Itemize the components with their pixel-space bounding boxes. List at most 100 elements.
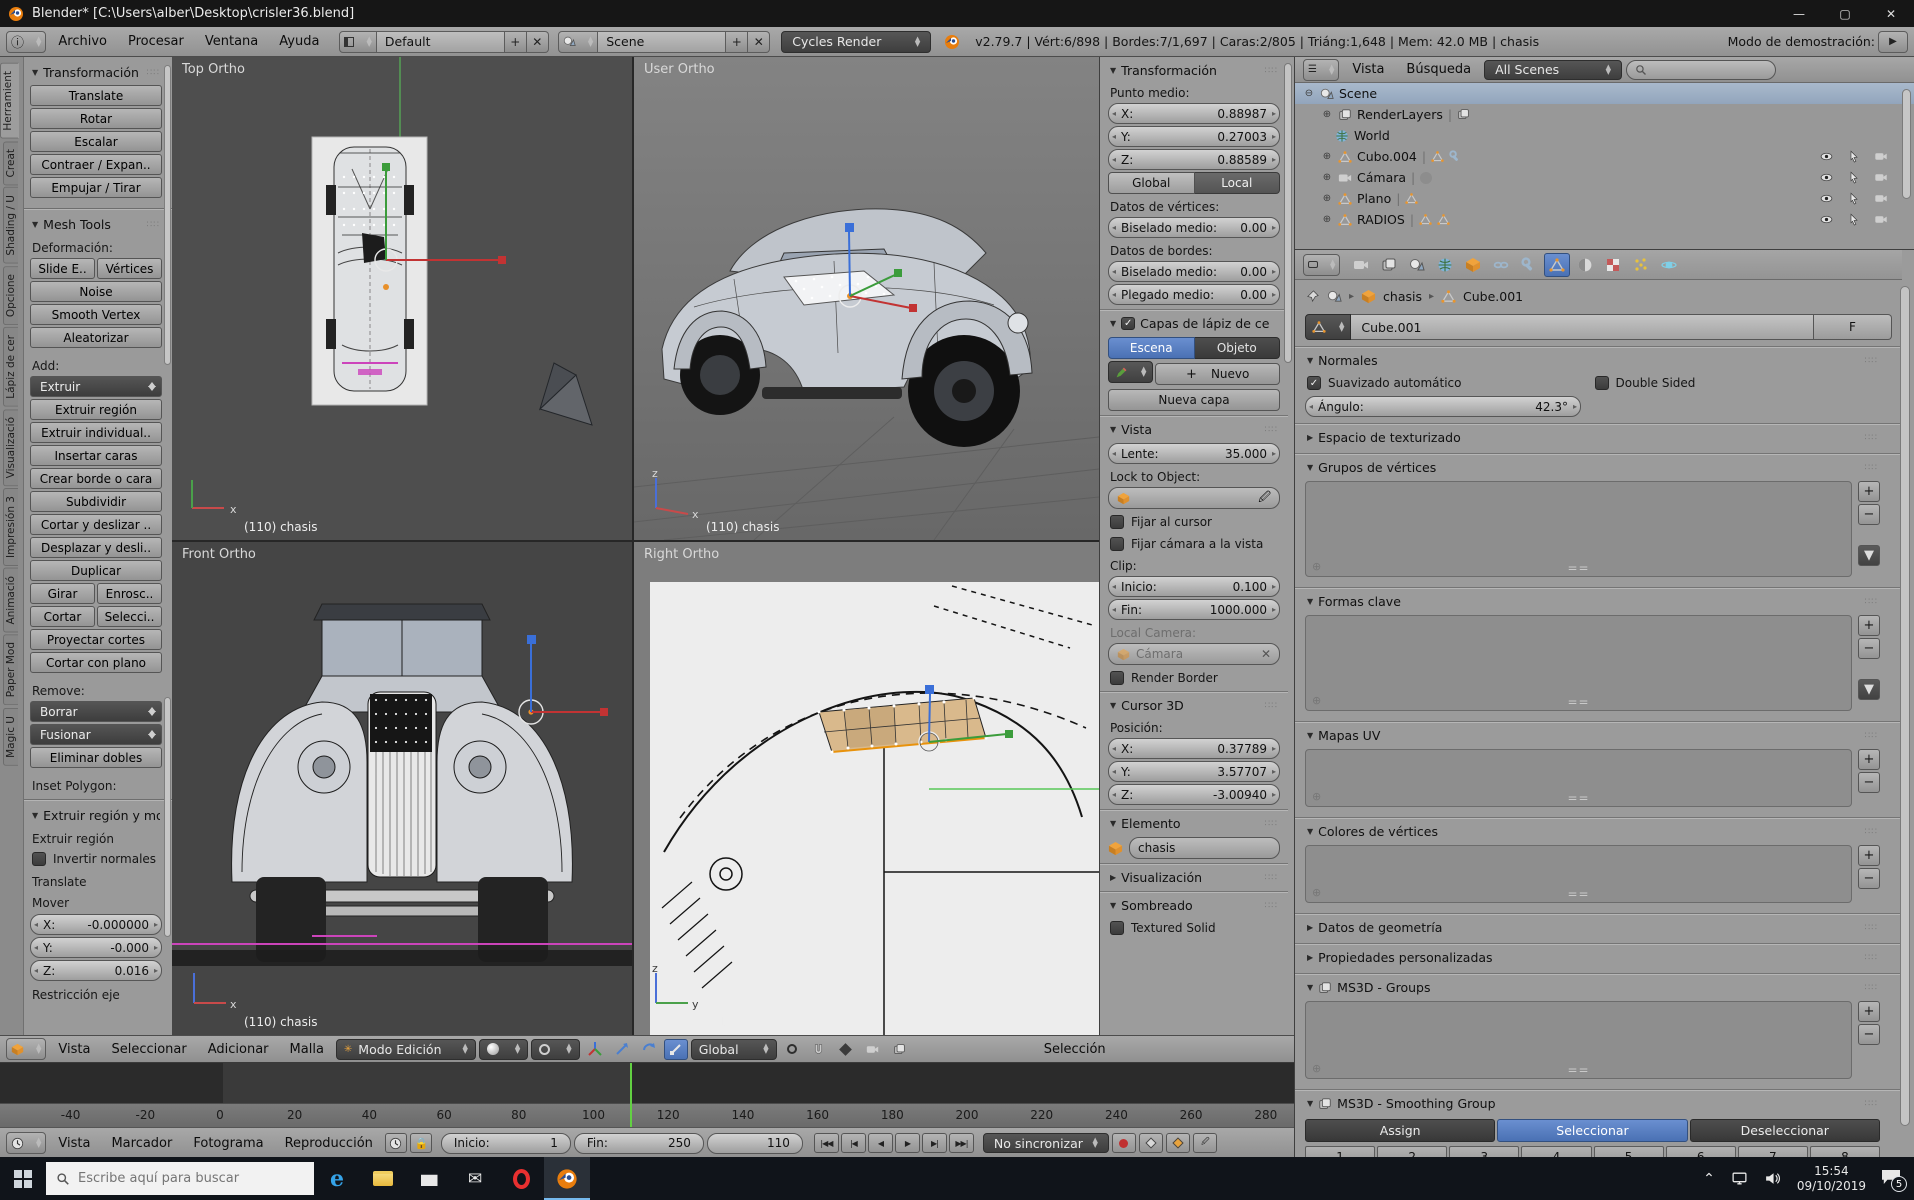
selectable-cursor-icon[interactable]	[1848, 213, 1860, 226]
tool-button[interactable]: Contraer / Expan..	[30, 154, 162, 175]
shape-keys-list[interactable]: ⊕ ==	[1305, 615, 1852, 711]
tool-shelf-tab[interactable]: Paper Mod	[3, 634, 18, 706]
new-layer-button[interactable]: Nueva capa	[1108, 389, 1280, 411]
add-vgroup-button[interactable]: +	[1858, 481, 1880, 502]
tool-shelf-tab[interactable]: Impresión 3	[3, 487, 18, 566]
move-z-field[interactable]: Z:0.016	[30, 960, 162, 981]
panel-grip-icon[interactable]: ∷∷	[1865, 731, 1878, 741]
eyedropper-icon[interactable]: 🖉	[1258, 488, 1271, 509]
tab-render[interactable]	[1348, 253, 1374, 277]
pivot-select[interactable]: ▲ ▼	[531, 1038, 580, 1060]
manipulator-axis-button[interactable]	[583, 1039, 607, 1060]
outliner-menu-vista[interactable]: Vista	[1343, 59, 1393, 80]
manipulator-rotate-button[interactable]	[637, 1039, 661, 1060]
add-vcolor-button[interactable]: +	[1858, 845, 1880, 866]
renderable-camera-icon[interactable]	[1874, 171, 1888, 184]
tab-scene[interactable]	[1404, 253, 1430, 277]
mode-select[interactable]: ✳ Modo Edición ▲ ▼	[335, 1038, 476, 1060]
n-panel-scrollbar[interactable]	[1284, 63, 1292, 363]
editor-type-selector[interactable]: ▲ ▼	[1303, 253, 1341, 276]
manipulator-scale-button[interactable]	[663, 1038, 688, 1060]
menu-malla[interactable]: Malla	[281, 1039, 333, 1060]
timeline-menu-reproduccion[interactable]: Reproducción	[276, 1133, 382, 1154]
section-vertex-groups[interactable]: ▼ Grupos de vértices ∷∷	[1305, 454, 1880, 479]
panel-grip-icon[interactable]: ∷∷	[1265, 873, 1278, 883]
local-button[interactable]: Local	[1194, 172, 1280, 194]
tab-modifiers[interactable]	[1516, 253, 1542, 277]
visibility-eye-icon[interactable]	[1819, 213, 1834, 226]
datablock-icon[interactable]: ▲ ▼	[1305, 314, 1352, 340]
panel-grip-icon[interactable]: ∷∷	[1265, 425, 1278, 435]
panel-grip-icon[interactable]: ∷∷	[1265, 901, 1278, 911]
tool-shelf-tab[interactable]: Opcione	[3, 265, 18, 325]
screen-layout-widget[interactable]: ▲ ▼ Default + ✕	[339, 30, 549, 53]
tool-button[interactable]: Extruir	[30, 376, 162, 397]
visibility-eye-icon[interactable]	[1819, 150, 1834, 163]
panel-grip-icon[interactable]: ∷∷	[1865, 463, 1878, 473]
transport-button[interactable]: ▶▶|	[948, 1133, 974, 1153]
demo-play-button[interactable]: ▶	[1878, 30, 1908, 53]
remove-vcolor-button[interactable]: −	[1858, 868, 1880, 889]
taskbar-clock[interactable]: 15:54 09/10/2019	[1797, 1164, 1866, 1194]
datablock-name-field[interactable]: Cube.001	[1351, 314, 1814, 340]
tool-button[interactable]: Slide E..	[30, 258, 95, 279]
median-z-field[interactable]: Z:0.88589	[1108, 149, 1280, 170]
tool-button[interactable]: Proyectar cortes	[30, 629, 162, 650]
textured-solid-checkbox[interactable]: Textured Solid	[1108, 917, 1280, 939]
close-button[interactable]: ✕	[1868, 0, 1914, 27]
panel-grip-icon[interactable]: ∷∷	[1265, 701, 1278, 711]
tab-render-layers[interactable]	[1376, 253, 1402, 277]
fake-user-button[interactable]: F	[1814, 314, 1892, 340]
lock-object-field[interactable]: 🖉	[1108, 487, 1280, 509]
section-mesh-tools[interactable]: ▼ Mesh Tools ∷∷	[30, 211, 162, 236]
menu-adicionar[interactable]: Adicionar	[199, 1039, 278, 1060]
escena-button[interactable]: Escena	[1108, 337, 1195, 359]
tool-button[interactable]: Smooth Vertex	[30, 304, 162, 325]
outliner-row-plano[interactable]: ⊕ Plano |	[1295, 188, 1914, 209]
tool-button[interactable]: Extruir individual..	[30, 422, 162, 443]
move-y-field[interactable]: Y:-0.000	[30, 937, 162, 958]
section-grease-pencil[interactable]: ▼ ✓ Capas de lápiz de ce	[1108, 310, 1280, 335]
tool-button[interactable]: Desplazar y desli..	[30, 537, 162, 558]
taskbar-store[interactable]	[406, 1157, 452, 1200]
volume-icon[interactable]	[1764, 1170, 1781, 1187]
opengl-render-anim-button[interactable]	[888, 1039, 912, 1060]
insert-key-button[interactable]	[1165, 1133, 1190, 1153]
tab-object-data[interactable]	[1544, 252, 1571, 277]
global-local-toggle[interactable]: Global Local	[1108, 172, 1280, 194]
transport-button[interactable]: ▶	[894, 1133, 920, 1153]
section-display[interactable]: ▶ Visualización ∷∷	[1108, 864, 1280, 889]
render-border-checkbox[interactable]: Render Border	[1108, 667, 1280, 689]
panel-grip-icon[interactable]: ∷∷	[1865, 953, 1878, 963]
tool-button[interactable]: Cortar y deslizar ..	[30, 514, 162, 535]
transport-button[interactable]: |◀◀	[813, 1133, 839, 1153]
smoothing-group-number-button[interactable]: 2	[1377, 1146, 1448, 1157]
tool-button[interactable]: Cortar con plano	[30, 652, 162, 673]
tool-button[interactable]: Extruir región	[30, 399, 162, 420]
move-x-field[interactable]: X:-0.000000	[30, 914, 162, 935]
taskbar-blender[interactable]	[544, 1157, 590, 1200]
menu-ayuda[interactable]: Ayuda	[270, 31, 328, 52]
breadcrumb-data[interactable]: Cube.001	[1463, 289, 1523, 304]
editor-type-selector[interactable]: ▲ ▼	[6, 1038, 47, 1060]
tool-shelf-scrollbar[interactable]	[164, 65, 171, 365]
smoothing-group-number-button[interactable]: 6	[1665, 1146, 1736, 1157]
transport-button[interactable]: |◀	[840, 1133, 866, 1153]
tool-button[interactable]: Rotar	[30, 108, 162, 129]
breadcrumb-object[interactable]: chasis	[1383, 289, 1422, 304]
add-shapekey-button[interactable]: +	[1858, 615, 1880, 636]
section-3d-cursor[interactable]: ▼ Cursor 3D ∷∷	[1108, 692, 1280, 717]
selectable-cursor-icon[interactable]	[1848, 192, 1860, 205]
preview-range-button[interactable]	[384, 1133, 407, 1153]
local-camera-field[interactable]: Cámara ✕	[1108, 643, 1280, 665]
panel-grip-icon[interactable]: ∷∷	[1865, 356, 1878, 366]
panel-grip-icon[interactable]: ∷∷	[1865, 923, 1878, 933]
outliner-menu-busqueda[interactable]: Búsqueda	[1397, 59, 1480, 80]
uv-maps-list[interactable]: ⊕ ==	[1305, 749, 1852, 807]
global-button[interactable]: Global	[1108, 172, 1195, 194]
panel-grip-icon[interactable]: ∷∷	[1265, 819, 1278, 829]
seleccionar-button[interactable]: Seleccionar	[1497, 1119, 1688, 1142]
pin-icon[interactable]	[1305, 289, 1320, 304]
ms3d-groups-list[interactable]: ⊕ ==	[1305, 1001, 1852, 1079]
current-frame-field[interactable]: 110	[706, 1132, 803, 1154]
